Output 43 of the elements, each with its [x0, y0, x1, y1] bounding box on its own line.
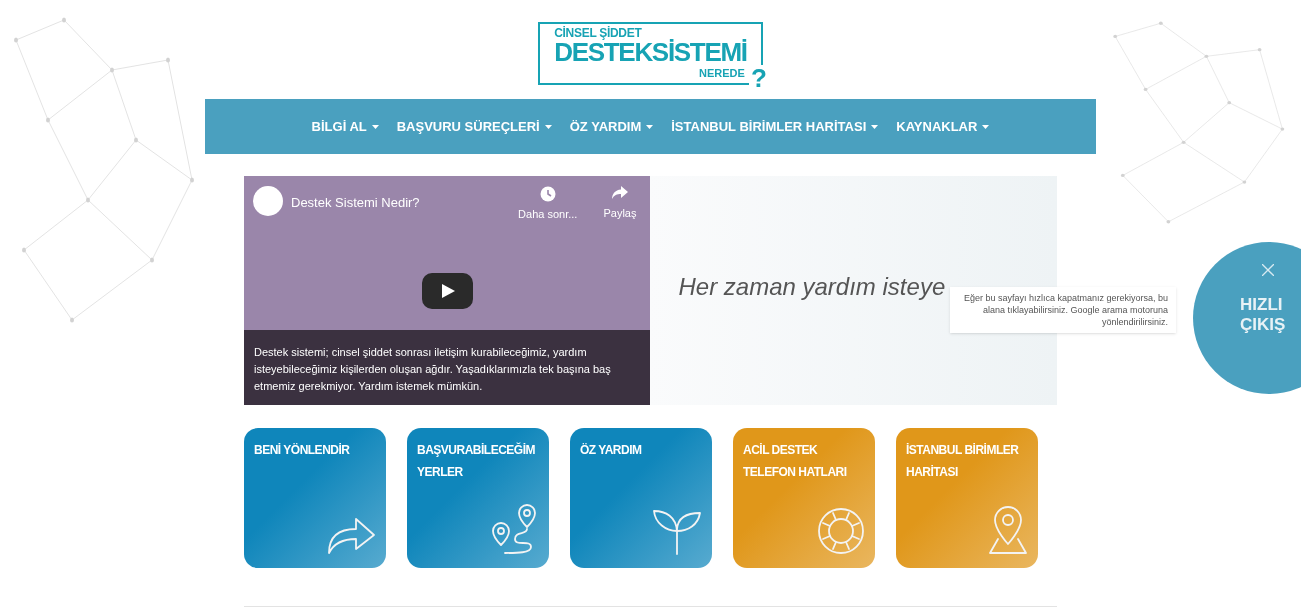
- tile-title: ÖZ YARDIM: [580, 442, 643, 459]
- nav-menu-item[interactable]: İSTANBUL BİRİMLER HARİTASI: [671, 116, 879, 137]
- caret-icon: [544, 124, 552, 129]
- nav-menu-item[interactable]: BAŞVURU SÜREÇLERİ: [396, 116, 552, 137]
- share-label[interactable]: Paylaş: [603, 205, 637, 222]
- share-arrow-icon[interactable]: [611, 186, 628, 200]
- caret-icon: [371, 124, 379, 129]
- tile-title: İSTANBUL BİRİMLER HARİTASI: [906, 442, 1020, 481]
- tile-title: BAŞVURABİLECEĞİM YERLER: [417, 441, 536, 481]
- quick-exit-button[interactable]: HIZLI ÇIKIŞ: [1193, 242, 1301, 394]
- close-icon: [1262, 264, 1274, 276]
- video-caption: Destek sistemi; cinsel şiddet sonrası iletişim kurabileceğimiz, yardım isteyebileceğimiz kişilerden oluşan ağdır. Yaşadıklarımızla tek başına baş etmemiz gerekmiyor. Yardım istemek mümkün.: [254, 345, 612, 394]
- category-tile[interactable]: ACİL DESTEK TELEFON HATLARI: [733, 428, 875, 568]
- nav-menu-item[interactable]: BİLGİ AL: [311, 116, 379, 137]
- clock-icon[interactable]: [539, 186, 556, 202]
- quick-exit-label: HIZLI: [1240, 295, 1283, 315]
- banner-text: Her zaman yardım isteye: [678, 271, 946, 302]
- sprout-icon: [652, 509, 702, 555]
- tile-title: BENİ YÖNLENDİR: [254, 442, 351, 459]
- caret-icon: [982, 124, 990, 129]
- caret-icon: [871, 124, 879, 129]
- category-tile[interactable]: İSTANBUL BİRİMLER HARİTASI: [896, 428, 1038, 568]
- lifebuoy-icon: [817, 507, 865, 555]
- video-player[interactable]: [244, 176, 651, 405]
- play-icon: [440, 284, 455, 298]
- map-pin-icon: [988, 505, 1028, 555]
- nav-menu-item[interactable]: ÖZ YARDIM: [569, 116, 654, 137]
- channel-avatar[interactable]: [253, 186, 283, 216]
- caret-icon: [646, 124, 654, 129]
- nav-menu-item[interactable]: KAYNAKLAR: [896, 116, 990, 137]
- video-title[interactable]: Destek Sistemi Nedir?: [291, 193, 511, 213]
- quick-exit-label: ÇIKIŞ: [1240, 315, 1286, 335]
- watch-later-label[interactable]: Daha sonr...: [518, 206, 578, 223]
- route-pins-icon: [489, 503, 539, 555]
- tile-title: ACİL DESTEK TELEFON HATLARI: [743, 442, 848, 481]
- category-tile[interactable]: ÖZ YARDIM: [570, 428, 712, 568]
- tooltip-text: Eğer bu sayfayı hızlıca kapatmanız gerekiyorsa, bu alana tıklayabilirsiniz. Google arama motoruna yönlendirilirsiniz.: [962, 292, 1168, 328]
- category-tile[interactable]: BAŞVURABİLECEĞİM YERLER: [407, 428, 549, 568]
- logo-text: NEREDE: [699, 67, 745, 79]
- category-tile[interactable]: BENİ YÖNLENDİR: [244, 428, 386, 568]
- logo-text: CİNSEL ŞİDDET: [554, 27, 642, 39]
- logo-title: DESTEKSİSTEMİ: [554, 39, 747, 65]
- play-button[interactable]: [422, 273, 473, 309]
